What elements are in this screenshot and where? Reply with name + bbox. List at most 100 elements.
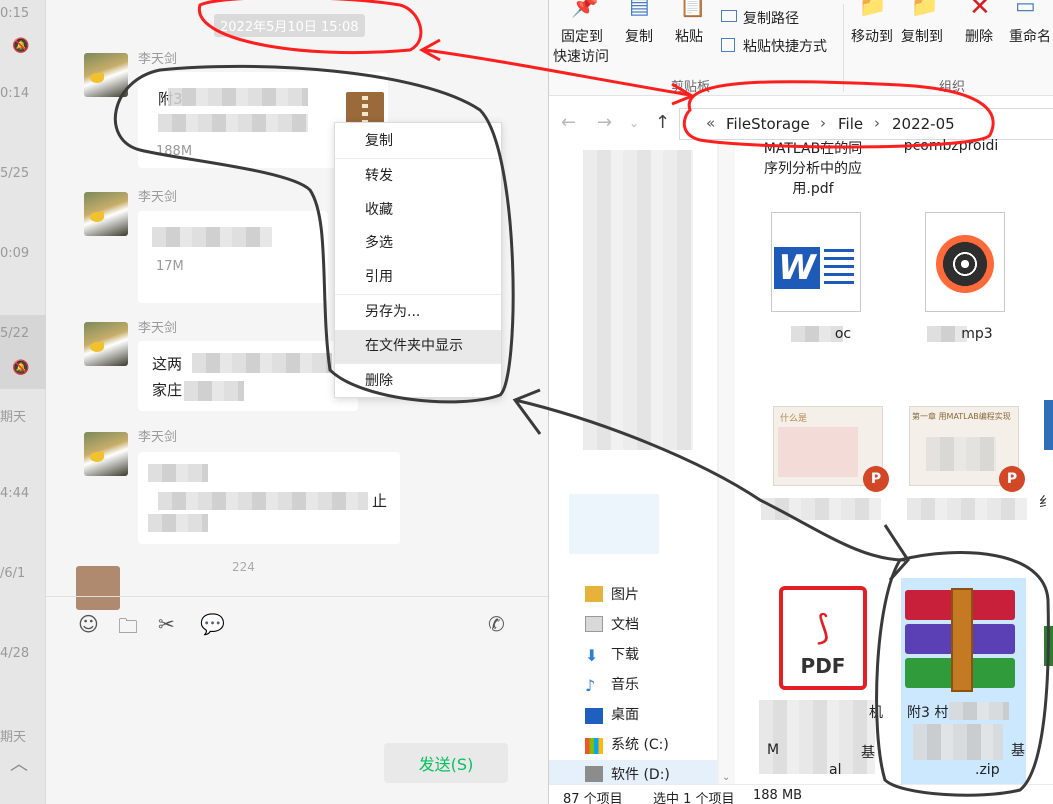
ribbon-pin-label-2[interactable]: 快速访问 (553, 46, 609, 66)
group-clipboard: 剪贴板 (671, 80, 711, 95)
file-size: 17M (156, 259, 184, 274)
winrar-zip-icon[interactable] (905, 588, 1015, 692)
file-label: 纟 (1039, 495, 1053, 511)
file-label[interactable]: oc (773, 326, 913, 342)
mp3-file-icon[interactable] (925, 212, 1005, 312)
avatar[interactable] (84, 53, 128, 97)
menu-item-delete[interactable]: 删除 (335, 365, 501, 398)
file-label[interactable]: 序列分析中的应 (743, 158, 883, 178)
avatar[interactable] (84, 192, 128, 236)
documents-icon (585, 616, 603, 632)
sender-name: 李天剑 (138, 430, 178, 445)
drive-c-icon (585, 738, 603, 754)
address-bar[interactable]: « FileStorage › File › 2022-05 (679, 108, 1053, 140)
ribbon-delete[interactable]: 删除 (965, 26, 993, 46)
up-arrow-icon[interactable]: ↑ (655, 112, 670, 133)
ribbon-move-to[interactable]: 移动到 (851, 26, 893, 46)
group-organize: 组织 (939, 80, 966, 95)
text-message-bubble[interactable]: 止 (138, 452, 400, 544)
emoji-icon[interactable]: ☺ (78, 612, 99, 636)
ribbon-copy-to[interactable]: 复制到 (901, 26, 943, 46)
menu-item-multiselect[interactable]: 多选 (335, 227, 501, 260)
partial-file-icon (1044, 400, 1053, 450)
session-list[interactable]: 0:15 🔕 0:14 5/25 0:09 5/22 🔕 期天 4:44 /6/… (0, 0, 46, 804)
file-label[interactable]: 用.pdf (743, 178, 883, 198)
zip-file-label[interactable]: 附3 村 (907, 702, 948, 722)
ribbon-copy[interactable]: 复制 (625, 26, 653, 46)
chevron-right-icon: › (874, 114, 880, 132)
copy-to-icon: 📁 (911, 0, 939, 19)
move-to-icon: 📁 (859, 0, 887, 19)
breadcrumb-file[interactable]: File (838, 115, 863, 133)
ribbon-copy-path[interactable]: 复制路径 (743, 8, 799, 28)
video-call-icon[interactable]: ✆ (488, 612, 505, 636)
scissors-icon[interactable]: ✂ (158, 612, 175, 636)
delete-icon: ✕ (969, 0, 991, 22)
music-note-icon: ♪ (585, 676, 596, 695)
message-text: 这两 (152, 355, 183, 373)
desktop-icon (585, 708, 603, 724)
session-time: 4/28 (0, 646, 30, 661)
status-item-count: 87 个项目 (563, 792, 623, 804)
menu-item-quote[interactable]: 引用 (335, 261, 501, 294)
avatar[interactable] (76, 566, 120, 610)
navigation-pane: 图片 文档 ⬇ 下载 ♪ 音乐 桌面 系统 (C:) 软件 (D:) (549, 144, 735, 784)
file-label[interactable]: mp3 (907, 326, 1047, 342)
chevron-up-icon[interactable]: ︿ (10, 750, 28, 776)
message-text: 家庄 (152, 381, 183, 399)
session-time: 0:09 (0, 246, 30, 261)
rename-icon: ▭ (1015, 0, 1036, 19)
nav-item-pictures[interactable]: 图片 (611, 584, 639, 604)
ribbon-pin-label[interactable]: 固定到 (561, 26, 603, 46)
file-label: MATLAB在的同 (763, 141, 863, 157)
paste-shortcut-icon (721, 38, 735, 52)
status-size: 188 MB (753, 788, 803, 803)
chevron-down-icon[interactable]: ⌄ (629, 116, 639, 130)
sender-name: 李天剑 (138, 52, 178, 67)
sender-name: 李天剑 (138, 190, 178, 205)
session-time: 期天 (0, 410, 27, 425)
powerpoint-icon: P (999, 466, 1025, 492)
forward-arrow-icon[interactable]: → (597, 112, 612, 133)
text-message-bubble[interactable]: 这两 家庄 (138, 341, 358, 411)
menu-item-copy[interactable]: 复制 (335, 125, 501, 158)
nav-item-documents[interactable]: 文档 (611, 614, 639, 634)
content-scrollbar[interactable]: ⌄ (719, 144, 735, 784)
folder-icon[interactable]: 🗀 (118, 612, 138, 646)
breadcrumb-filestorage[interactable]: FileStorage (726, 115, 810, 133)
ribbon-paste[interactable]: 粘贴 (675, 26, 703, 46)
ribbon-rename[interactable]: 重命名 (1009, 26, 1051, 46)
chat-bubble-icon[interactable]: 💬 (200, 612, 225, 636)
avatar[interactable] (84, 432, 128, 476)
menu-item-show-in-folder[interactable]: 在文件夹中显示 (335, 330, 501, 363)
nav-item-downloads[interactable]: 下载 (611, 644, 639, 664)
status-selection: 选中 1 个项目 (653, 792, 735, 804)
zip-file-label[interactable]: .zip (975, 762, 1000, 778)
partial-text: 224 (232, 560, 255, 574)
menu-item-save-as[interactable]: 另存为... (335, 296, 501, 329)
paste-icon: 📋 (679, 0, 707, 19)
back-arrow-icon[interactable]: ← (561, 112, 576, 133)
send-button[interactable]: 发送(S) (384, 743, 508, 783)
chevron-right-icon: › (820, 114, 826, 132)
avatar[interactable] (84, 322, 128, 366)
word-document-icon[interactable]: W (771, 212, 861, 312)
partial-file-icon (1044, 626, 1053, 666)
nav-item-desktop[interactable]: 桌面 (611, 704, 639, 724)
menu-item-favorite[interactable]: 收藏 (335, 194, 501, 227)
mute-bell-icon: 🔕 (12, 360, 30, 376)
nav-item-music[interactable]: 音乐 (611, 674, 639, 694)
session-time: 0:15 (0, 6, 30, 21)
file-label: M (767, 742, 780, 758)
ppt-title: 第一章 用MATLAB编程实现 (912, 412, 1011, 421)
breadcrumb-overflow[interactable]: « (706, 114, 715, 132)
nav-item-drive-c[interactable]: 系统 (C:) (611, 734, 669, 754)
pdf-file-icon[interactable]: ⟆ PDF (779, 586, 867, 690)
message-timestamp: 2022年5月10日 15:08 (214, 14, 365, 37)
file-message-bubble[interactable]: 17M (138, 211, 328, 303)
ribbon-paste-shortcut[interactable]: 粘贴快捷方式 (743, 36, 827, 56)
breadcrumb-2022-05[interactable]: 2022-05 (892, 115, 955, 133)
menu-item-forward[interactable]: 转发 (335, 160, 501, 193)
nav-item-drive-d[interactable]: 软件 (D:) (611, 764, 670, 784)
sender-name: 李天剑 (138, 321, 178, 336)
